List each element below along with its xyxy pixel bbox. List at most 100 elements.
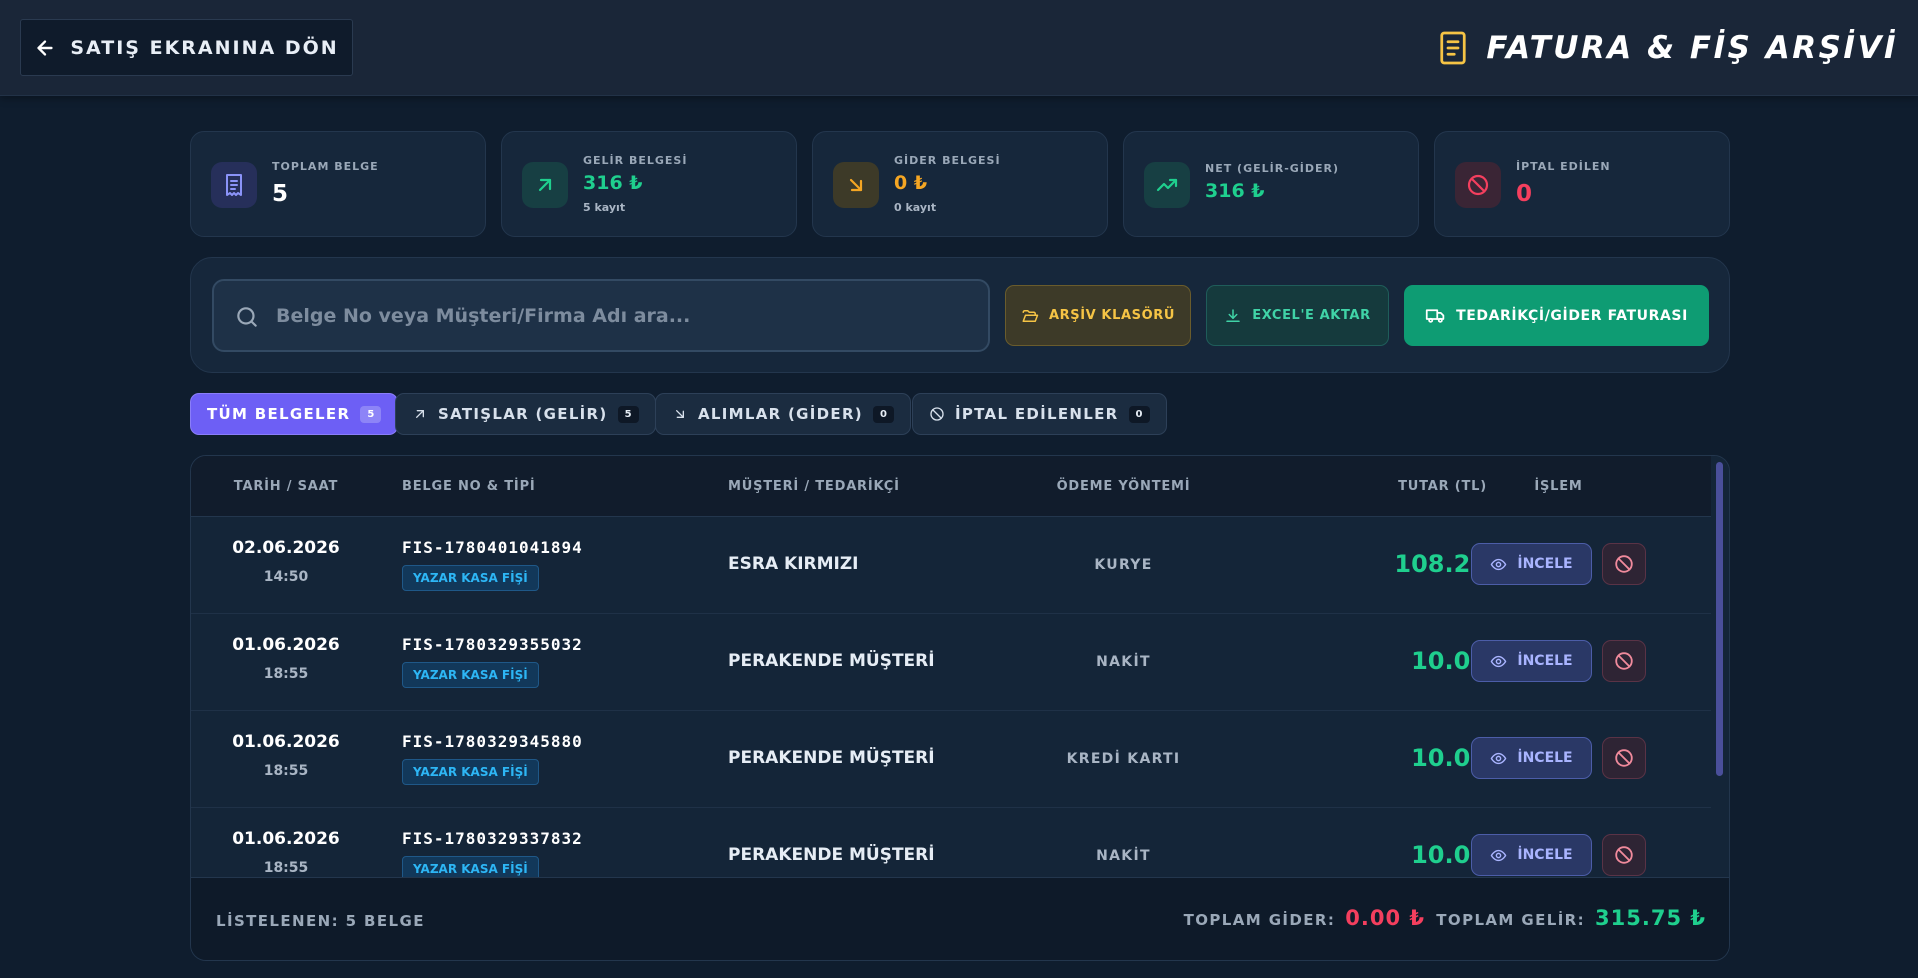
column-header-date: TARİH / SAAT <box>233 479 339 494</box>
stat-icon-box <box>1455 162 1501 208</box>
row-document-number: FIS-1780329355032 <box>402 635 583 654</box>
row-amount: 10.00 <box>1411 841 1487 869</box>
inspect-label: İNCELE <box>1517 847 1573 863</box>
tab-cancelled[interactable]: İPTAL EDİLENLER 0 <box>912 393 1167 435</box>
row-payment-method: KREDİ KARTI <box>1066 751 1181 767</box>
arrow-down-right-icon <box>676 410 684 418</box>
trending-up-icon <box>1156 178 1178 192</box>
arrow-up-right-icon <box>416 410 424 418</box>
arrow-up-right-icon <box>538 178 552 192</box>
supplier-invoice-label: TEDARİKÇİ/GİDER FATURASI <box>1456 307 1688 324</box>
eye-icon <box>1491 558 1507 570</box>
arrow-down-right-icon <box>849 178 863 192</box>
total-income-label: TOPLAM GELİR: <box>1436 911 1586 929</box>
stat-value: 316 ₺ <box>583 172 643 194</box>
truck-icon <box>1425 309 1445 323</box>
stat-value: 0 <box>1516 181 1533 207</box>
folder-open-icon <box>1022 309 1039 322</box>
archive-folder-button[interactable]: ARŞİV KLASÖRÜ <box>1005 285 1191 346</box>
row-time: 18:55 <box>263 763 309 779</box>
back-to-sales-button[interactable]: SATIŞ EKRANINA DÖN <box>20 19 353 76</box>
ban-icon <box>1615 555 1633 573</box>
ban-icon <box>1467 174 1489 196</box>
tab-label: ALIMLAR (GİDER) <box>698 405 863 423</box>
tab-all-documents[interactable]: TÜM BELGELER 5 <box>190 393 399 435</box>
stat-label: TOPLAM BELGE <box>272 160 379 173</box>
search-input[interactable] <box>276 281 976 350</box>
row-customer: PERAKENDE MÜŞTERİ <box>728 651 935 671</box>
total-expense: TOPLAM GİDER: 0.00 ₺ <box>1184 906 1425 930</box>
page-title: FATURA & FİŞ ARŞİVİ <box>1438 26 1898 70</box>
stat-sub: 0 kayıt <box>894 201 937 214</box>
tab-sales-income[interactable]: SATIŞLAR (GELİR) 5 <box>395 393 656 435</box>
table-header: TARİH / SAAT BELGE NO & TİPİ MÜŞTERİ / T… <box>191 456 1711 517</box>
row-date: 01.06.2026 <box>232 829 340 849</box>
table-row: 01.06.2026 18:55 FIS-1780329337832 YAZAR… <box>191 808 1711 877</box>
cancel-document-button[interactable] <box>1602 737 1646 779</box>
receipt-icon <box>1440 31 1467 65</box>
cancel-document-button[interactable] <box>1602 834 1646 876</box>
tab-label: TÜM BELGELER <box>207 405 351 423</box>
eye-icon <box>1491 752 1507 764</box>
archive-folder-label: ARŞİV KLASÖRÜ <box>1048 308 1176 323</box>
search-icon <box>237 307 257 327</box>
tab-label: İPTAL EDİLENLER <box>955 405 1119 423</box>
row-date: 02.06.2026 <box>232 538 340 558</box>
supplier-invoice-button[interactable]: TEDARİKÇİ/GİDER FATURASI <box>1404 285 1709 346</box>
table-row: 01.06.2026 18:55 FIS-1780329345880 YAZAR… <box>191 711 1711 808</box>
stat-sub: 5 kayıt <box>583 201 626 214</box>
column-header-amount: TUTAR (TL) <box>1398 479 1487 494</box>
row-document-type-badge: YAZAR KASA FİŞİ <box>402 662 539 688</box>
ban-icon <box>930 407 944 421</box>
tab-count-badge: 0 <box>1128 405 1150 423</box>
inspect-button[interactable]: İNCELE <box>1471 640 1592 682</box>
row-date: 01.06.2026 <box>232 732 340 752</box>
arrow-left-icon <box>37 39 53 56</box>
ban-icon <box>1615 652 1633 670</box>
total-income-value: 315.75 ₺ <box>1595 906 1706 930</box>
inspect-button[interactable]: İNCELE <box>1471 543 1592 585</box>
search-box <box>212 279 990 352</box>
listed-count: LİSTELENEN: 5 BELGE <box>216 912 425 930</box>
stat-label: İPTAL EDİLEN <box>1516 160 1611 173</box>
column-header-actions: İŞLEM <box>1534 479 1583 494</box>
tab-count-badge: 5 <box>617 405 639 423</box>
stat-value: 5 <box>272 181 289 207</box>
stat-card-total: TOPLAM BELGE 5 <box>190 131 486 237</box>
column-header-customer: MÜŞTERİ / TEDARİKÇİ <box>728 479 900 494</box>
inspect-label: İNCELE <box>1517 750 1573 766</box>
top-bar: SATIŞ EKRANINA DÖN FATURA & FİŞ ARŞİVİ <box>0 0 1918 96</box>
table-footer: LİSTELENEN: 5 BELGE TOPLAM GİDER: 0.00 ₺… <box>191 877 1729 960</box>
total-income: TOPLAM GELİR: 315.75 ₺ <box>1436 906 1706 930</box>
row-customer: ESRA KIRMIZI <box>728 554 859 574</box>
receipt-icon <box>226 174 242 196</box>
cancel-document-button[interactable] <box>1602 543 1646 585</box>
stat-label: NET (GELİR-GİDER) <box>1205 162 1340 175</box>
stat-icon-box <box>522 162 568 208</box>
tab-count-badge: 5 <box>360 405 382 423</box>
row-customer: PERAKENDE MÜŞTERİ <box>728 845 935 865</box>
stat-cards: TOPLAM BELGE 5 GELİR BELGESİ 316 ₺ 5 kay… <box>190 131 1730 237</box>
row-amount: 10.00 <box>1411 647 1487 675</box>
row-customer: PERAKENDE MÜŞTERİ <box>728 748 935 768</box>
inspect-button[interactable]: İNCELE <box>1471 834 1592 876</box>
row-amount: 10.00 <box>1411 744 1487 772</box>
table-scrollbar-thumb[interactable] <box>1716 462 1723 776</box>
stat-card-income: GELİR BELGESİ 316 ₺ 5 kayıt <box>501 131 797 237</box>
export-excel-button[interactable]: EXCEL'E AKTAR <box>1206 285 1389 346</box>
eye-icon <box>1491 655 1507 667</box>
row-date: 01.06.2026 <box>232 635 340 655</box>
back-button-label: SATIŞ EKRANINA DÖN <box>70 36 339 59</box>
stat-value: 0 ₺ <box>894 172 928 194</box>
cancel-document-button[interactable] <box>1602 640 1646 682</box>
stat-label: GELİR BELGESİ <box>583 154 688 167</box>
column-header-payment: ÖDEME YÖNTEMİ <box>1056 479 1191 494</box>
row-amount: 108.25 <box>1394 550 1487 578</box>
row-document-type-badge: YAZAR KASA FİŞİ <box>402 856 539 877</box>
documents-table: TARİH / SAAT BELGE NO & TİPİ MÜŞTERİ / T… <box>190 455 1730 961</box>
ban-icon <box>1615 846 1633 864</box>
tab-purchases-expense[interactable]: ALIMLAR (GİDER) 0 <box>655 393 911 435</box>
total-expense-value: 0.00 ₺ <box>1345 906 1425 930</box>
inspect-button[interactable]: İNCELE <box>1471 737 1592 779</box>
inspect-label: İNCELE <box>1517 653 1573 669</box>
